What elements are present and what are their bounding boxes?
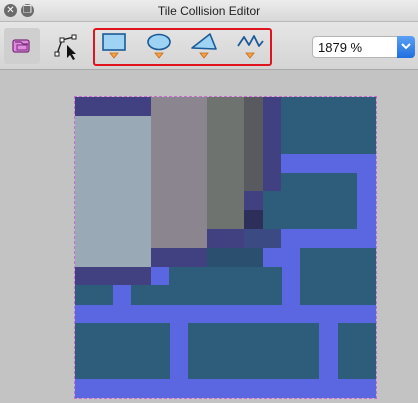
polygon-icon [191,33,217,59]
polyline-tool-button[interactable] [232,28,268,64]
tile-preview[interactable] [74,96,377,399]
polyline-icon [237,35,264,59]
select-tile-button[interactable] [4,28,40,64]
rectangle-icon [102,33,126,59]
edit-polygons-button[interactable] [48,28,84,64]
polygon-tool-button[interactable] [186,28,222,64]
chevron-down-icon[interactable] [397,36,415,58]
edit-polygons-icon [54,34,77,60]
tile-image [75,97,376,398]
ellipse-icon [147,33,171,59]
zoom-select[interactable]: 1879 % [312,36,415,58]
ellipse-tool-button[interactable] [141,28,177,64]
rectangle-tool-button[interactable] [96,28,132,64]
title-bar: ✕ ❐ Tile Collision Editor [0,0,418,22]
zoom-value: 1879 % [318,40,363,55]
window-title: Tile Collision Editor [157,4,261,18]
tile-select-icon [12,39,30,53]
